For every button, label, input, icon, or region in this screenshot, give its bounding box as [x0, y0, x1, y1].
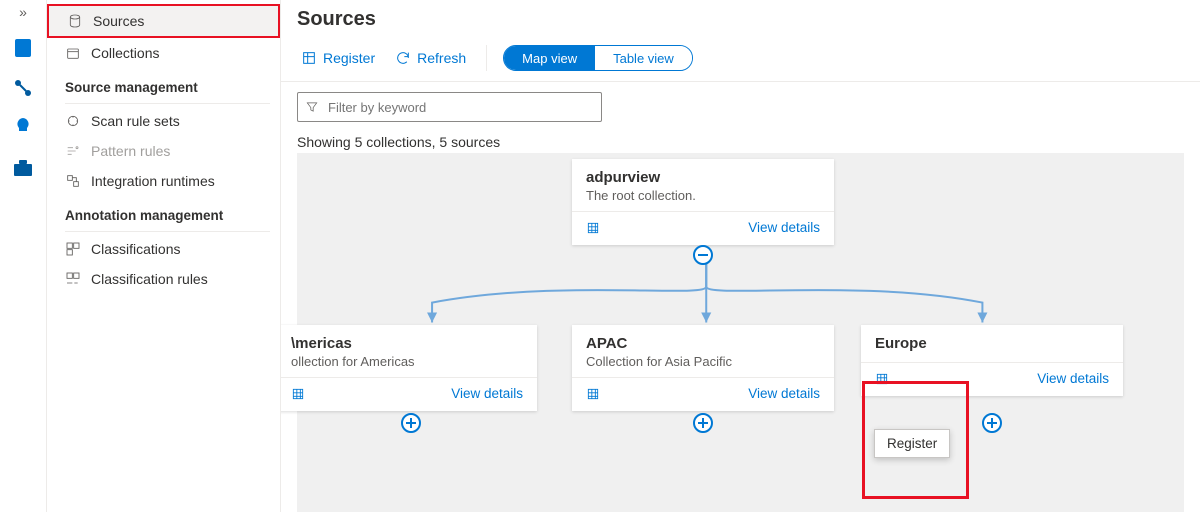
table-view-toggle[interactable]: Table view — [595, 46, 692, 70]
collapse-node[interactable] — [693, 245, 713, 265]
rail-data-icon[interactable] — [11, 36, 35, 60]
filter-row — [281, 82, 1200, 128]
sidebar-item-label: Collections — [91, 45, 159, 61]
view-details-link[interactable]: View details — [451, 386, 523, 401]
refresh-label: Refresh — [417, 50, 466, 66]
sidebar-item-integration-runtimes[interactable]: Integration runtimes — [47, 166, 280, 196]
toolbar: Register Refresh Map view Table view — [281, 39, 1200, 82]
highlight-europe-register — [862, 381, 969, 499]
card-title: Europe — [875, 335, 1109, 352]
card-footer: View details — [281, 378, 537, 411]
card-header: Europe — [861, 325, 1123, 363]
grid-icon[interactable] — [586, 221, 600, 235]
scan-icon — [65, 113, 81, 129]
card-subtitle: The root collection. — [586, 188, 820, 203]
card-header: adpurview The root collection. — [572, 159, 834, 212]
sidebar-item-label: Pattern rules — [91, 143, 170, 159]
register-label: Register — [323, 50, 375, 66]
nav-rail: » — [0, 0, 47, 512]
sidebar-item-pattern-rules[interactable]: Pattern rules — [47, 136, 280, 166]
sidebar-item-scan-rule-sets[interactable]: Scan rule sets — [47, 106, 280, 136]
card-title: \mericas — [291, 335, 523, 352]
card-title: adpurview — [586, 169, 820, 186]
card-subtitle: ollection for Americas — [291, 354, 523, 369]
collections-icon — [65, 45, 81, 61]
view-details-link[interactable]: View details — [748, 220, 820, 235]
sidebar: Sources Collections Source management Sc… — [47, 0, 281, 512]
divider — [65, 103, 270, 104]
register-button[interactable]: Register — [297, 46, 379, 70]
sidebar-item-label: Sources — [93, 13, 144, 29]
sidebar-item-sources[interactable]: Sources — [47, 4, 280, 38]
card-subtitle: Collection for Asia Pacific — [586, 354, 820, 369]
card-americas: \mericas ollection for Americas View det… — [281, 325, 537, 411]
pattern-icon — [65, 143, 81, 159]
map-canvas[interactable]: adpurview The root collection. View deta… — [297, 153, 1184, 512]
integration-icon — [65, 173, 81, 189]
sidebar-item-label: Classifications — [91, 241, 180, 257]
expand-node-americas[interactable] — [401, 413, 421, 433]
card-apac: APAC Collection for Asia Pacific View de… — [572, 325, 834, 411]
expand-node-apac[interactable] — [693, 413, 713, 433]
grid-icon[interactable] — [586, 387, 600, 401]
classification-rules-icon — [65, 271, 81, 287]
rail-idea-icon[interactable] — [11, 116, 35, 140]
classifications-icon — [65, 241, 81, 257]
sidebar-item-label: Classification rules — [91, 271, 208, 287]
sidebar-item-classifications[interactable]: Classifications — [47, 234, 280, 264]
sidebar-item-collections[interactable]: Collections — [47, 38, 280, 68]
sidebar-item-label: Scan rule sets — [91, 113, 180, 129]
sidebar-item-classification-rules[interactable]: Classification rules — [47, 264, 280, 294]
card-footer: View details — [572, 378, 834, 411]
register-icon — [301, 50, 317, 66]
card-title: APAC — [586, 335, 820, 352]
refresh-icon — [395, 50, 411, 66]
divider — [65, 231, 270, 232]
result-count: Showing 5 collections, 5 sources — [281, 128, 1200, 154]
filter-icon — [305, 100, 319, 114]
card-header: \mericas ollection for Americas — [281, 325, 537, 378]
view-details-link[interactable]: View details — [1037, 371, 1109, 386]
card-header: APAC Collection for Asia Pacific — [572, 325, 834, 378]
toolbar-divider — [486, 45, 487, 71]
map-view-toggle[interactable]: Map view — [504, 46, 595, 70]
rail-map-icon[interactable] — [11, 76, 35, 100]
app-root: » Sources Collections Source management … — [0, 0, 1200, 512]
refresh-button[interactable]: Refresh — [391, 46, 470, 70]
grid-icon[interactable] — [291, 387, 305, 401]
database-icon — [67, 13, 83, 29]
card-root: adpurview The root collection. View deta… — [572, 159, 834, 245]
view-toggle: Map view Table view — [503, 45, 693, 71]
rail-toolbox-icon[interactable] — [11, 156, 35, 180]
filter-wrap — [297, 92, 602, 122]
sidebar-section-annotation-mgmt: Annotation management — [47, 196, 280, 229]
sidebar-item-label: Integration runtimes — [91, 173, 215, 189]
expand-rail-icon[interactable]: » — [19, 4, 27, 20]
page-title: Sources — [281, 0, 1200, 39]
filter-input[interactable] — [297, 92, 602, 122]
main: Sources Register Refresh Map view Table … — [281, 0, 1200, 512]
expand-node-europe[interactable] — [982, 413, 1002, 433]
card-footer: View details — [572, 212, 834, 245]
view-details-link[interactable]: View details — [748, 386, 820, 401]
sidebar-section-source-mgmt: Source management — [47, 68, 280, 101]
